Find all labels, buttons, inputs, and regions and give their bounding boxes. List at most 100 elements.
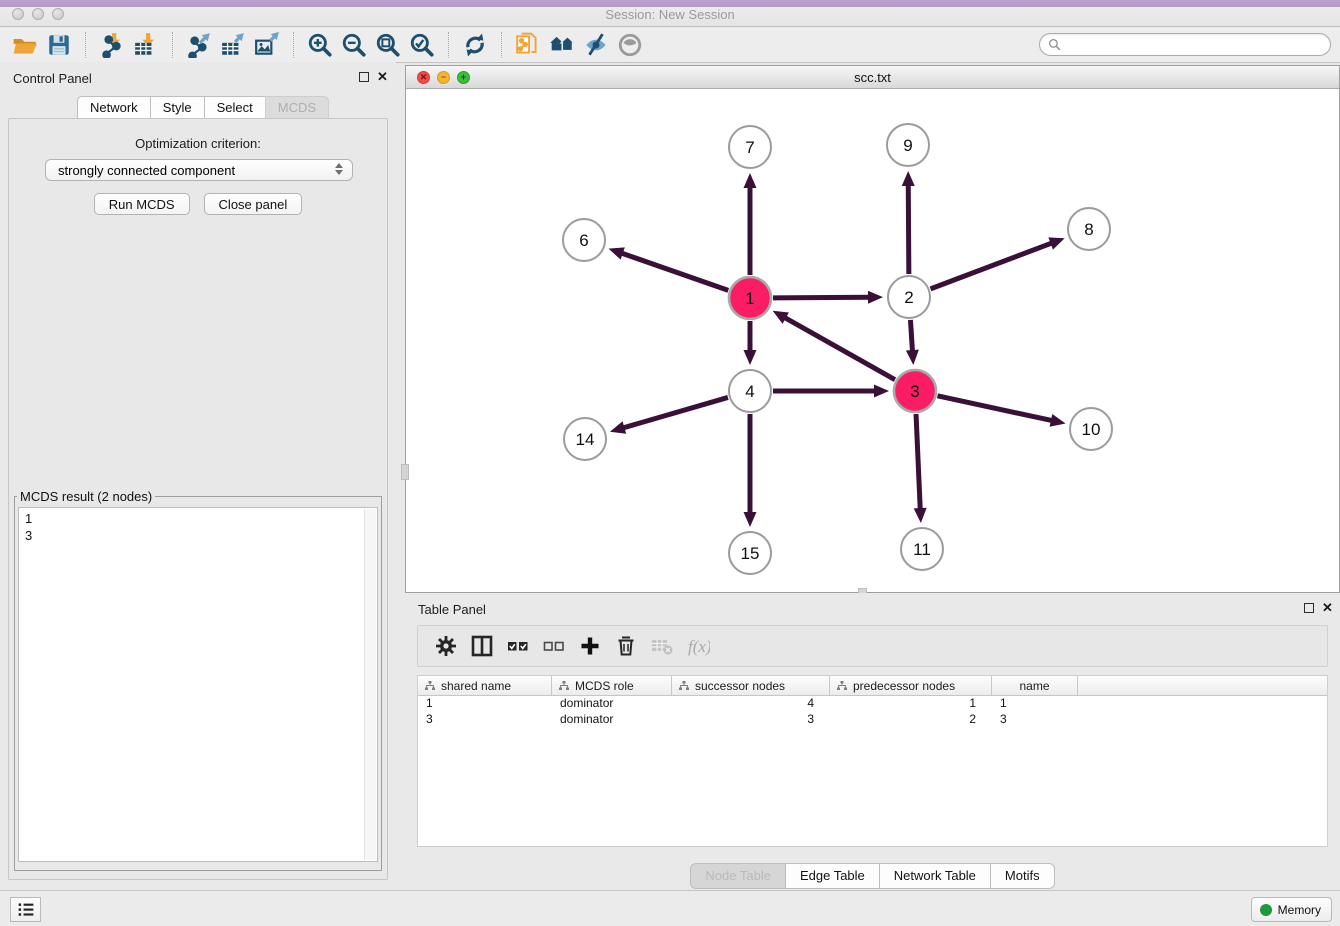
horizontal-splitter-handle[interactable] <box>401 464 409 480</box>
eye-slash-icon <box>583 32 609 58</box>
tab-select[interactable]: Select <box>204 96 265 120</box>
add-column-button[interactable] <box>572 629 608 663</box>
table-cell-MCDS-role[interactable]: dominator <box>552 712 672 728</box>
export-image-icon <box>254 32 280 58</box>
tab-motifs[interactable]: Motifs <box>990 863 1055 889</box>
new-network-from-selection-button[interactable] <box>511 30 545 60</box>
graph-node-15[interactable]: 15 <box>729 532 771 574</box>
graph-node-7[interactable]: 7 <box>729 126 771 168</box>
graph-edge-3-1[interactable] <box>773 311 895 380</box>
svg-text:2: 2 <box>904 288 913 307</box>
control-panel-close-icon[interactable]: ✕ <box>377 69 388 85</box>
table-panel-float-icon[interactable] <box>1304 603 1314 613</box>
table-cell-successor-nodes[interactable]: 3 <box>672 712 830 728</box>
export-image-button[interactable] <box>250 30 284 60</box>
apply-layout-button[interactable] <box>458 30 492 60</box>
zoom-in-button[interactable] <box>303 30 337 60</box>
graph-edge-2-3[interactable] <box>906 320 919 365</box>
graph-node-6[interactable]: 6 <box>563 219 605 261</box>
graph-edge-1-7[interactable] <box>744 173 757 275</box>
mcds-result-scrollbar[interactable] <box>364 509 376 860</box>
search-input[interactable] <box>1066 37 1322 52</box>
tab-mcds[interactable]: MCDS <box>265 96 329 120</box>
graph-node-9[interactable]: 9 <box>887 124 929 166</box>
graph-edge-1-4[interactable] <box>744 321 757 365</box>
toolbar-separator <box>85 32 86 58</box>
graph-node-2[interactable]: 2 <box>888 276 930 318</box>
column-header-successor-nodes[interactable]: successor nodes <box>672 676 830 695</box>
zoom-selected-button[interactable] <box>405 30 439 60</box>
tab-edge-table[interactable]: Edge Table <box>785 863 879 889</box>
graph-edge-1-2[interactable] <box>773 291 883 304</box>
run-mcds-button[interactable]: Run MCDS <box>94 193 190 215</box>
graph-node-14[interactable]: 14 <box>564 418 606 460</box>
graph-edge-2-9[interactable] <box>902 171 915 274</box>
graph-edge-3-10[interactable] <box>937 396 1065 427</box>
save-session-button[interactable] <box>42 30 76 60</box>
main-toolbar <box>0 27 1340 63</box>
network-canvas[interactable]: 7 9 6 8 1 2 4 3 14 10 15 11 <box>406 89 1339 592</box>
graph-node-3[interactable]: 3 <box>894 370 936 412</box>
control-panel-float-icon[interactable] <box>359 72 369 82</box>
table-panel-tabs: Node TableEdge TableNetwork TableMotifs <box>405 863 1340 889</box>
table-row[interactable]: 3dominator323 <box>418 712 1327 728</box>
control-panel-title: Control Panel <box>13 71 92 86</box>
graph-node-10[interactable]: 10 <box>1070 408 1112 450</box>
table-cell-name[interactable]: 3 <box>992 712 1078 728</box>
mcds-result-item: 1 <box>19 508 377 527</box>
toolbar-separator <box>501 32 502 58</box>
select-all-button[interactable] <box>500 629 536 663</box>
tab-style[interactable]: Style <box>150 96 204 120</box>
optimization-criterion-select[interactable]: strongly connected component <box>45 159 353 181</box>
graph-node-11[interactable]: 11 <box>901 528 943 570</box>
table-cell-predecessor-nodes[interactable]: 1 <box>830 696 992 712</box>
home-networks-button[interactable] <box>545 30 579 60</box>
table-cell-shared-name[interactable]: 3 <box>418 712 552 728</box>
folder-icon <box>12 32 38 58</box>
graph-edge-1-6[interactable] <box>609 247 729 290</box>
import-network-button[interactable] <box>95 30 129 60</box>
export-network-button[interactable] <box>182 30 216 60</box>
show-graphics-details-button[interactable] <box>613 30 647 60</box>
table-cell-predecessor-nodes[interactable]: 2 <box>830 712 992 728</box>
table-cell-shared-name[interactable]: 1 <box>418 696 552 712</box>
table-cell-MCDS-role[interactable]: dominator <box>552 696 672 712</box>
table-options-button[interactable] <box>428 629 464 663</box>
table-cell-name[interactable]: 1 <box>992 696 1078 712</box>
zoom-out-button[interactable] <box>337 30 371 60</box>
open-file-button[interactable] <box>8 30 42 60</box>
graph-edge-4-3[interactable] <box>773 385 889 398</box>
column-header-predecessor-nodes[interactable]: predecessor nodes <box>830 676 992 695</box>
graph-edge-3-11[interactable] <box>914 414 927 523</box>
memory-button[interactable]: Memory <box>1251 897 1332 922</box>
svg-text:f(x): f(x) <box>688 637 710 656</box>
close-panel-button[interactable]: Close panel <box>204 193 303 215</box>
graph-node-1[interactable]: 1 <box>729 277 771 319</box>
show-columns-button[interactable] <box>464 629 500 663</box>
tab-network-table[interactable]: Network Table <box>879 863 990 889</box>
tab-node-table[interactable]: Node Table <box>690 863 785 889</box>
table-row[interactable]: 1dominator411 <box>418 696 1327 712</box>
import-table-button[interactable] <box>129 30 163 60</box>
table-panel-close-icon[interactable]: ✕ <box>1322 600 1333 616</box>
graph-edge-4-14[interactable] <box>610 397 728 433</box>
mcds-result-title: MCDS result (2 nodes) <box>17 489 155 504</box>
column-header-name[interactable]: name <box>992 676 1078 695</box>
graph-edge-4-15[interactable] <box>744 414 757 527</box>
hide-graphics-details-button[interactable] <box>579 30 613 60</box>
zoom-fit-button[interactable] <box>371 30 405 60</box>
tab-network[interactable]: Network <box>77 96 150 120</box>
control-panel-tabs: NetworkStyleSelectMCDS <box>77 96 329 120</box>
graph-edge-2-8[interactable] <box>931 237 1065 288</box>
column-header-MCDS-role[interactable]: MCDS role <box>552 676 672 695</box>
graph-node-4[interactable]: 4 <box>729 370 771 412</box>
delete-selected-button[interactable] <box>608 629 644 663</box>
column-header-shared-name[interactable]: shared name <box>418 676 552 695</box>
graph-node-8[interactable]: 8 <box>1068 208 1110 250</box>
export-table-button[interactable] <box>216 30 250 60</box>
task-history-button[interactable] <box>10 897 41 922</box>
mcds-result-list[interactable]: 13 <box>18 507 378 862</box>
unselect-all-button[interactable] <box>536 629 572 663</box>
search-box[interactable] <box>1039 33 1331 56</box>
table-cell-successor-nodes[interactable]: 4 <box>672 696 830 712</box>
